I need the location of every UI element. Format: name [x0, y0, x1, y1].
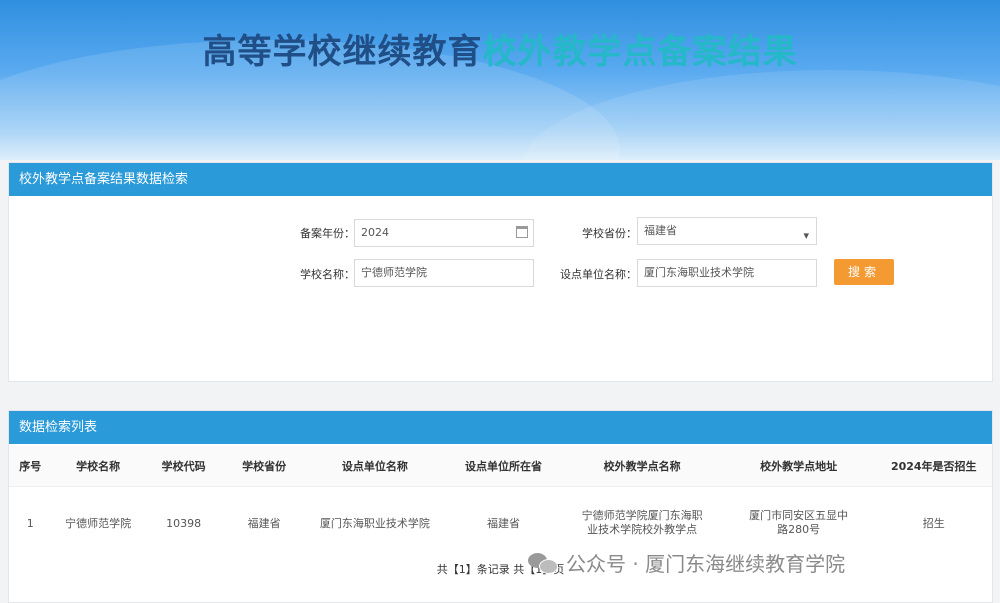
col-header: 2024年是否招生 — [875, 446, 992, 487]
province-label: 学校省份： — [582, 227, 637, 240]
school-value: 宁德师范学院 — [361, 266, 427, 279]
unit-input[interactable]: 厦门东海职业技术学院 — [637, 259, 817, 287]
table-header-row: 序号 学校名称 学校代码 学校省份 设点单位名称 设点单位所在省 校外教学点名称… — [9, 446, 992, 487]
wechat-icon — [528, 551, 558, 575]
cell-school-province: 福建省 — [247, 517, 281, 530]
chevron-down-icon: ▾ — [803, 229, 809, 242]
page-title-part1: 高等学校继续教育 — [202, 32, 483, 72]
page-title-part2: 校外教学点备案结果 — [482, 32, 798, 72]
province-select[interactable]: 福建省 ▾ — [637, 217, 817, 245]
col-header: 校外教学点地址 — [721, 446, 876, 487]
cell-index: 1 — [26, 516, 34, 530]
col-header: 校外教学点名称 — [562, 446, 722, 487]
cell-enrolling: 招生 — [922, 517, 945, 530]
unit-label: 设点单位名称： — [560, 268, 637, 281]
search-panel: 校外教学点备案结果数据检索 备案年份： 2024 学校省份： 福建省 ▾ 学校名… — [8, 162, 993, 382]
col-header: 学校名称 — [51, 446, 145, 487]
col-header: 设点单位所在省 — [444, 446, 563, 487]
header-banner: 高等学校继续教育校外教学点备案结果 — [0, 0, 1000, 160]
page-title: 高等学校继续教育校外教学点备案结果 — [0, 24, 1000, 73]
list-panel-header: 数据检索列表 — [9, 411, 992, 444]
results-table: 序号 学校名称 学校代码 学校省份 设点单位名称 设点单位所在省 校外教学点名称… — [9, 446, 992, 559]
watermark: 公众号 · 厦门东海继续教育学院 — [528, 548, 845, 577]
cell-unit-name: 厦门东海职业技术学院 — [319, 517, 430, 530]
watermark-text: 公众号 · 厦门东海继续教育学院 — [566, 552, 846, 576]
province-value: 福建省 — [644, 224, 677, 237]
school-input[interactable]: 宁德师范学院 — [354, 259, 534, 287]
col-header: 设点单位名称 — [305, 446, 445, 487]
year-input[interactable]: 2024 — [354, 219, 534, 247]
search-button[interactable]: 搜索 — [834, 259, 894, 285]
list-panel: 数据检索列表 序号 学校名称 学校代码 学校省份 设点单位名称 设点单位所在省 … — [8, 410, 993, 603]
year-label: 备案年份： — [300, 227, 355, 240]
search-panel-header: 校外教学点备案结果数据检索 — [9, 163, 992, 196]
col-header: 学校省份 — [222, 446, 306, 487]
cell-school-code: 10398 — [166, 516, 202, 530]
cell-school-name: 宁德师范学院 — [65, 517, 132, 530]
col-header: 序号 — [9, 446, 52, 487]
col-header: 学校代码 — [144, 446, 223, 487]
unit-value: 厦门东海职业技术学院 — [644, 266, 754, 279]
year-value: 2024 — [361, 226, 389, 239]
school-label: 学校名称： — [300, 268, 355, 281]
